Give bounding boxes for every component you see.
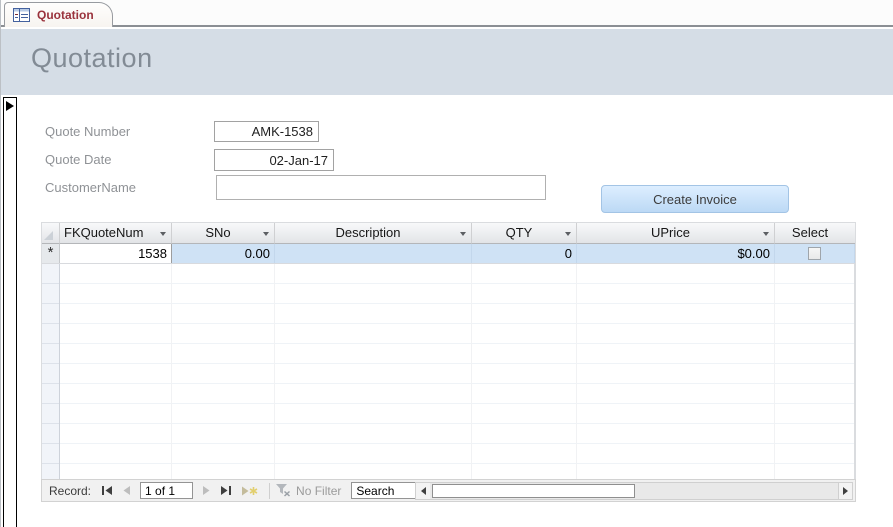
filter-icon <box>276 484 291 497</box>
form-header: Quotation <box>1 29 893 95</box>
new-record-button[interactable] <box>236 480 263 501</box>
chevron-down-icon[interactable] <box>460 232 466 236</box>
cell-select <box>775 244 855 263</box>
customer-name-label: CustomerName <box>45 180 137 195</box>
form-icon <box>13 8 30 22</box>
quote-number-field[interactable] <box>214 121 319 142</box>
cell-sno[interactable]: 0.00 <box>172 244 275 263</box>
no-filter-button[interactable]: No Filter <box>276 484 341 498</box>
tab-bar: Quotation <box>1 0 893 27</box>
record-navigation-bar: Record: 1 of 1 No Filter Search <box>41 479 856 502</box>
quote-number-label: Quote Number <box>45 124 131 139</box>
cell-qty[interactable]: 0 <box>472 244 577 263</box>
divider <box>269 482 271 499</box>
last-record-button[interactable] <box>215 480 236 501</box>
page-title: Quotation <box>31 43 153 73</box>
current-record-arrow-icon <box>6 101 14 111</box>
scroll-right-button[interactable] <box>838 483 852 499</box>
chevron-down-icon[interactable] <box>263 232 269 236</box>
quote-date-label: Quote Date <box>45 152 112 167</box>
line-items-datasheet: FKQuoteNum SNo Description QTY UPrice Se… <box>41 222 856 479</box>
chevron-down-icon[interactable] <box>763 232 769 236</box>
column-header-sno[interactable]: SNo <box>172 223 275 244</box>
column-header-fkquotenum[interactable]: FKQuoteNum <box>60 223 172 244</box>
datasheet-empty-area <box>42 264 855 479</box>
customer-name-field[interactable] <box>216 175 546 200</box>
create-invoice-button[interactable]: Create Invoice <box>601 185 789 213</box>
quote-date-field[interactable] <box>214 149 334 171</box>
column-header-select[interactable]: Select <box>775 223 855 244</box>
empty-record-selector-column <box>42 264 60 479</box>
chevron-down-icon[interactable] <box>565 232 571 236</box>
chevron-down-icon[interactable] <box>160 232 166 236</box>
access-form-window: Quotation Quotation Quote Number Quote D… <box>0 0 893 527</box>
record-nav-label: Record: <box>49 483 92 498</box>
scroll-left-button[interactable] <box>416 483 430 499</box>
select-all-corner[interactable] <box>42 223 60 244</box>
corner-diagonal-icon <box>44 231 54 241</box>
cell-uprice[interactable]: $0.00 <box>577 244 775 263</box>
column-header-qty[interactable]: QTY <box>472 223 577 244</box>
record-selector-bar[interactable] <box>3 97 17 527</box>
new-record-selector[interactable]: * <box>42 244 60 263</box>
record-position-box[interactable] <box>140 482 194 499</box>
column-header-description[interactable]: Description <box>275 223 472 244</box>
datasheet-header-row: FKQuoteNum SNo Description QTY UPrice Se… <box>42 223 855 244</box>
new-record-row: * 1538 0.00 0 $0.00 <box>42 244 855 264</box>
tab-label: Quotation <box>37 8 94 22</box>
horizontal-scrollbar[interactable] <box>415 482 853 500</box>
select-checkbox[interactable] <box>808 247 821 260</box>
previous-record-button[interactable] <box>118 480 136 501</box>
cell-description[interactable] <box>275 244 472 263</box>
column-header-uprice[interactable]: UPrice <box>577 223 775 244</box>
first-record-button[interactable] <box>97 480 118 501</box>
no-filter-label: No Filter <box>296 483 342 498</box>
next-record-button[interactable] <box>197 480 215 501</box>
cell-fkquotenum[interactable]: 1538 <box>60 244 172 263</box>
tab-quotation[interactable]: Quotation <box>4 2 113 27</box>
scrollbar-thumb[interactable] <box>432 484 635 498</box>
